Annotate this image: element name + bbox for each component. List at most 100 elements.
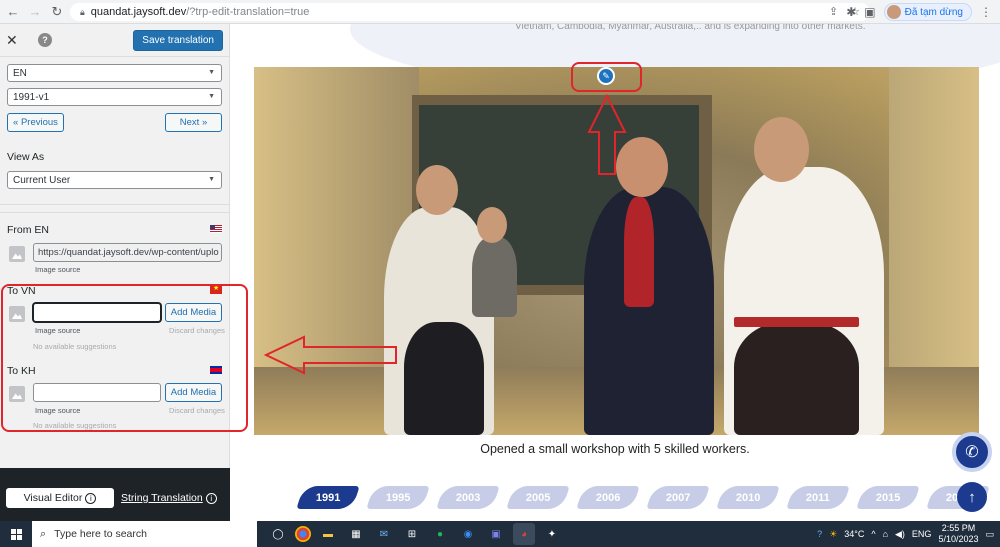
taskbar-search[interactable]: ⌕ Type here to search — [32, 521, 257, 547]
next-button[interactable]: Next » — [165, 113, 222, 132]
address-bar[interactable]: 🔒︎ quandat.jaysoft.dev/?trp-edit-transla… — [70, 3, 870, 21]
year-label: 2003 — [455, 491, 481, 504]
intro-text: Vietnam, Cambodia, Myanmar, Australia,..… — [515, 24, 866, 32]
teams-icon[interactable]: ▣ — [485, 523, 507, 545]
year-label: 2015 — [875, 491, 901, 504]
phone-call-button[interactable]: ✆ — [952, 432, 992, 472]
save-translation-button[interactable]: Save translation — [133, 29, 223, 51]
forward-icon[interactable]: → — [26, 3, 44, 21]
help-tray-icon[interactable]: ? — [817, 529, 822, 539]
mail-icon[interactable]: ✉ — [373, 523, 395, 545]
annotation-arrow-left — [264, 335, 397, 375]
year-tab-2003[interactable]: 2003 — [436, 486, 500, 509]
source-url-field: https://quandat.jaysoft.dev/wp-content/u… — [33, 243, 222, 262]
clock-date: 5/10/2023 — [938, 534, 979, 544]
windows-taskbar: ⌕ Type here to search ◯ ▬ ▦ ✉ ⊞ ● ◉ ▣ ◕ … — [0, 521, 1000, 547]
clock[interactable]: 2:55 PM 5/10/2023 — [938, 523, 978, 545]
year-tab-2005[interactable]: 2005 — [506, 486, 570, 509]
string-translation-label: String Translation — [121, 492, 203, 504]
string-select[interactable]: 1991-v1 ▼ — [7, 88, 222, 106]
year-tab-2007[interactable]: 2007 — [646, 486, 710, 509]
reload-icon[interactable]: ↻ — [48, 3, 66, 21]
view-as-select[interactable]: Current User ▼ — [7, 171, 222, 189]
year-label: 2007 — [665, 491, 691, 504]
help-icon[interactable]: ? — [38, 33, 52, 47]
language-select-value: EN — [13, 67, 27, 79]
zalo-icon[interactable]: ◉ — [457, 523, 479, 545]
task-view-icon[interactable]: ◯ — [267, 523, 289, 545]
string-select-value: 1991-v1 — [13, 91, 50, 103]
store-icon[interactable]: ▦ — [345, 523, 367, 545]
photo-trousers-right — [734, 322, 859, 435]
year-tab-1991[interactable]: 1991 — [296, 486, 360, 509]
year-label: 1995 — [385, 491, 411, 504]
us-flag-icon — [210, 225, 222, 233]
view-as-select-value: Current User — [13, 174, 71, 186]
panel-header: ✕ ? Save translation — [0, 24, 229, 57]
year-tab-2010[interactable]: 2010 — [716, 486, 780, 509]
year-label: 2010 — [735, 491, 761, 504]
info-icon: i — [85, 492, 97, 504]
year-label: 2011 — [806, 491, 830, 504]
chrome-app-icon[interactable] — [295, 526, 311, 542]
annotation-box-translation-fields — [1, 284, 248, 432]
divider — [0, 204, 229, 205]
arrow-up-icon: ↑ — [968, 488, 976, 506]
panel-footer: Visual Editor i String Translation i — [0, 468, 230, 521]
temperature[interactable]: 34°C — [844, 529, 864, 539]
network-icon[interactable]: ⌂ — [883, 529, 888, 539]
photo-person-back — [472, 237, 517, 317]
language-select[interactable]: EN ▼ — [7, 64, 222, 82]
visual-editor-button[interactable]: Visual Editor i — [6, 488, 114, 508]
view-as-label: View As — [7, 151, 45, 163]
profile-button[interactable]: Đã tạm dừng — [883, 3, 972, 21]
chevron-down-icon: ▼ — [208, 93, 215, 100]
weather-icon: ☀ — [829, 528, 838, 539]
avatar — [886, 5, 901, 19]
back-icon[interactable]: ← — [4, 3, 22, 21]
year-label: 1991 — [315, 491, 341, 504]
side-panel-icon[interactable]: ▣ — [864, 5, 875, 19]
photo-shirt-center — [624, 197, 654, 307]
year-label: 2006 — [595, 491, 621, 504]
translation-panel: ✕ ? Save translation EN ▼ 1991-v1 ▼ « Pr… — [0, 24, 230, 521]
share-icon[interactable]: ⇪ — [829, 5, 838, 18]
visual-editor-label: Visual Editor — [23, 492, 83, 504]
show-hidden-icons-icon[interactable]: ^ — [871, 529, 875, 539]
photo-head-back — [477, 207, 507, 243]
browser-toolbar: ← → ↻ 🔒︎ quandat.jaysoft.dev/?trp-edit-t… — [0, 0, 1000, 24]
windows-start-icon[interactable] — [0, 521, 32, 547]
photo-belt-right — [734, 317, 859, 327]
string-translation-link[interactable]: String Translation i — [121, 492, 217, 504]
notifications-icon[interactable]: ▭ — [985, 529, 994, 540]
year-label: 2005 — [525, 491, 551, 504]
photo-head-left — [416, 165, 458, 215]
search-icon: ⌕ — [40, 527, 47, 540]
chevron-down-icon: ▼ — [208, 176, 215, 183]
scroll-to-top-button[interactable]: ↑ — [957, 482, 987, 512]
input-language[interactable]: ENG — [912, 529, 932, 539]
photo-trousers-left — [404, 322, 484, 435]
apps-grid-icon[interactable]: ⊞ — [401, 523, 423, 545]
lock-icon: 🔒︎ — [80, 6, 85, 17]
phone-icon: ✆ — [965, 444, 979, 461]
previous-button[interactable]: « Previous — [7, 113, 64, 132]
system-tray: ? ☀ 34°C ^ ⌂ ◀) ENG 2:55 PM 5/10/2023 ▭ — [817, 521, 994, 547]
file-explorer-icon[interactable]: ▬ — [317, 523, 339, 545]
extensions-icon[interactable]: ✱ — [846, 5, 856, 19]
from-language-label: From EN — [7, 224, 49, 236]
year-tab-2011[interactable]: 2011 — [786, 486, 850, 509]
year-tab-1995[interactable]: 1995 — [366, 486, 430, 509]
image-source-caption: Image source — [35, 265, 81, 274]
chrome-active-icon[interactable]: ◕ — [513, 523, 535, 545]
photo-head-right — [754, 117, 809, 182]
spotify-icon[interactable]: ● — [429, 523, 451, 545]
close-icon[interactable]: ✕ — [6, 32, 24, 49]
url-host: quandat.jaysoft.dev — [90, 6, 187, 18]
menu-kebab-icon[interactable]: ⋮ — [980, 5, 992, 19]
year-tab-2015[interactable]: 2015 — [856, 486, 920, 509]
volume-icon[interactable]: ◀) — [895, 529, 905, 540]
divider — [0, 212, 229, 213]
year-tab-2006[interactable]: 2006 — [576, 486, 640, 509]
tool-icon[interactable]: ✦ — [541, 523, 563, 545]
